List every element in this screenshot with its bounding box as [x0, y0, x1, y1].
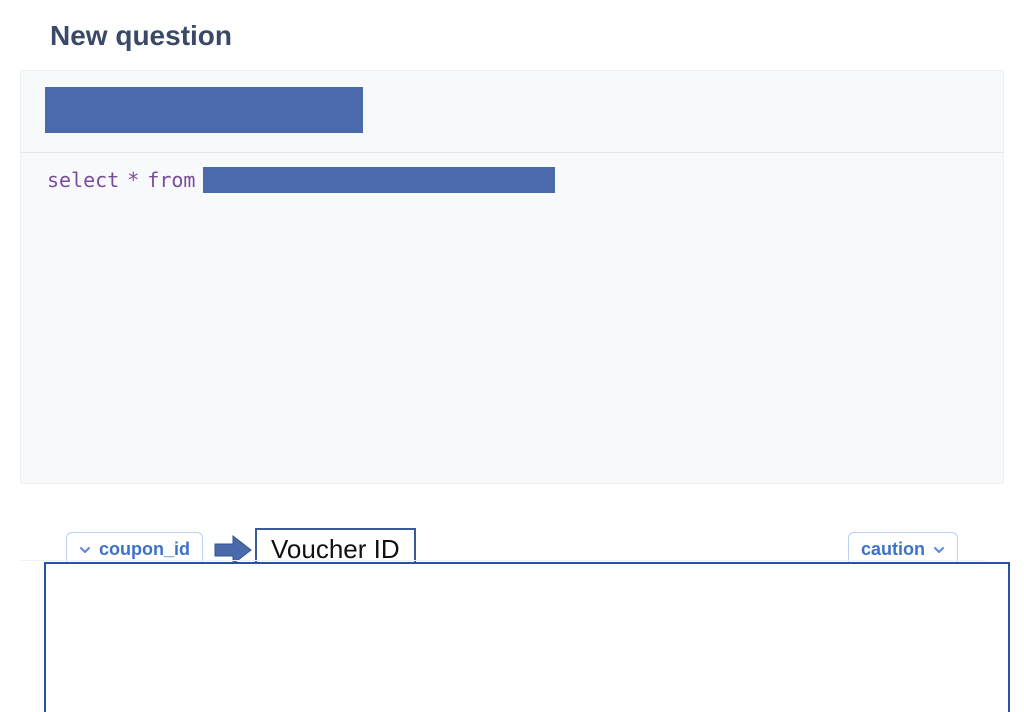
database-selector-redacted[interactable] — [45, 87, 363, 133]
sql-token-star: * — [127, 167, 139, 193]
sql-table-name-redacted[interactable] — [203, 167, 555, 193]
database-selector-strip[interactable] — [21, 71, 1003, 153]
column-chip-label: coupon_id — [99, 539, 190, 560]
sql-editor[interactable]: select * from — [21, 153, 1003, 483]
sql-token-from: from — [147, 167, 195, 193]
query-editor-panel: select * from — [20, 70, 1004, 484]
results-area[interactable] — [44, 562, 1010, 712]
sql-token-select: select — [47, 167, 119, 193]
sql-line-1[interactable]: select * from — [47, 167, 979, 193]
page-title: New question — [50, 20, 1004, 52]
column-chip-label: caution — [861, 539, 925, 560]
chevron-down-icon — [79, 544, 91, 556]
chevron-down-icon — [933, 544, 945, 556]
row-separator — [20, 560, 986, 561]
